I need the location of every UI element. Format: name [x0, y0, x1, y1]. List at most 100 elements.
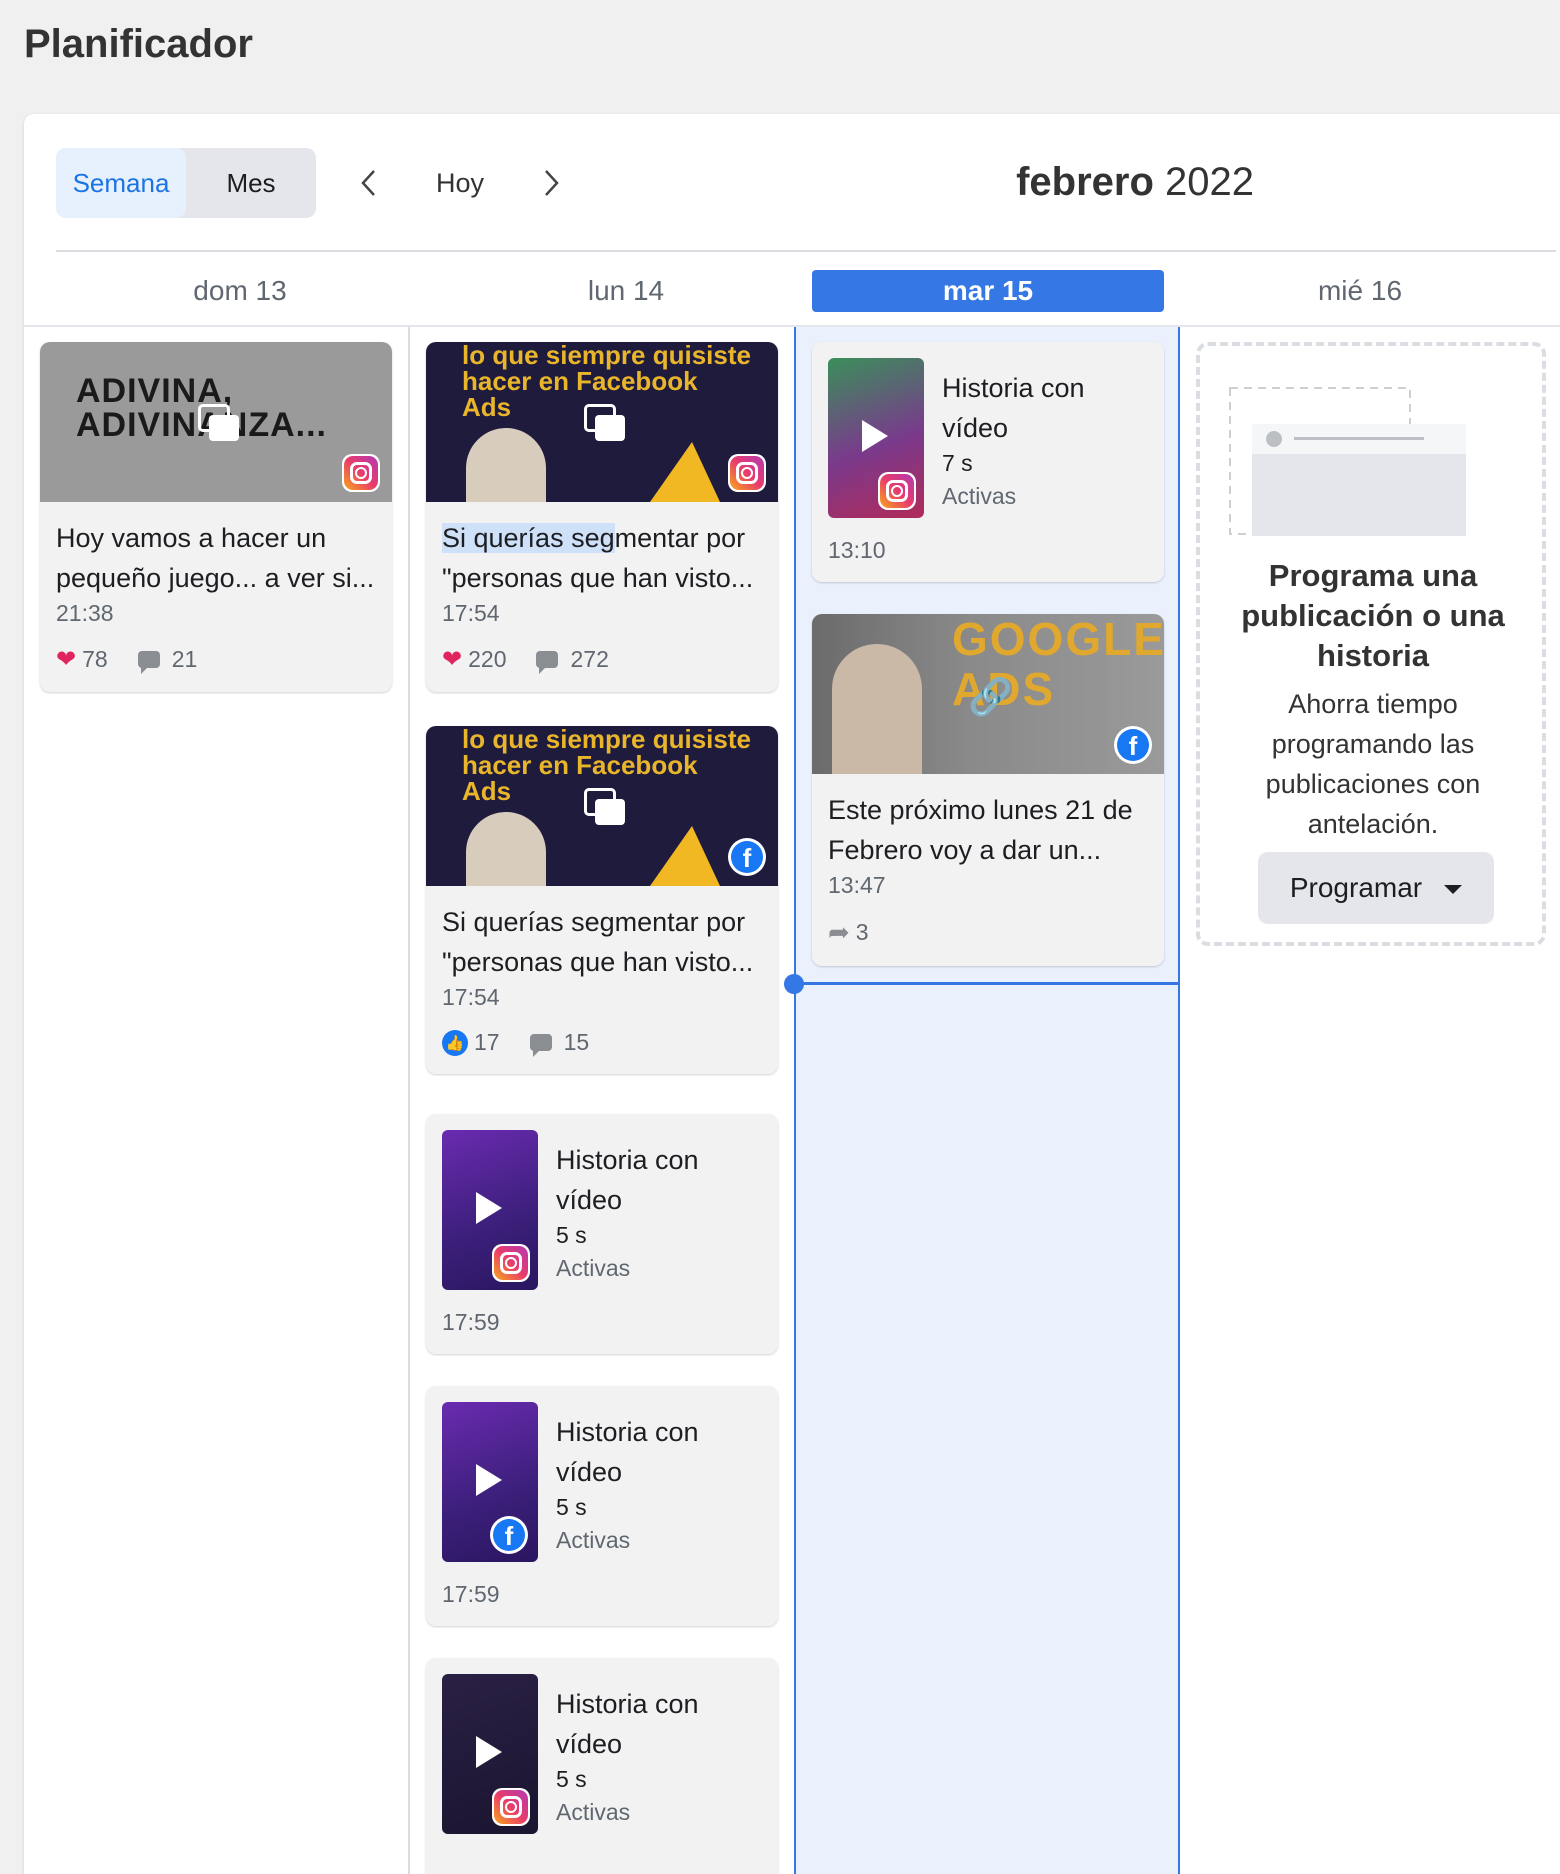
- person-image: [832, 644, 922, 774]
- day-header-wed[interactable]: mié 16: [1184, 270, 1536, 312]
- share-icon: ➦: [828, 917, 850, 947]
- story-title-line: Historia con: [556, 1417, 699, 1447]
- title-line: Programa una: [1268, 558, 1478, 593]
- share-count: 3: [855, 919, 869, 945]
- selected-text: Si querías seg: [442, 523, 615, 553]
- header-divider: [24, 325, 1560, 327]
- play-icon: [476, 1192, 502, 1224]
- caret-down-icon: [1444, 885, 1463, 895]
- column-divider: [408, 327, 410, 1874]
- post-card[interactable]: lo que siempre quisiste hacer en Faceboo…: [426, 342, 778, 692]
- schedule-button-label: Programar: [1289, 872, 1423, 903]
- current-time-dot: [784, 974, 804, 994]
- post-thumbnail: GOOGLE ADS 🔗 f: [812, 614, 1164, 774]
- story-status: Activas: [556, 1527, 631, 1553]
- story-title-line: Historia con: [556, 1145, 699, 1175]
- comment-icon: [536, 651, 559, 674]
- story-card[interactable]: f Historia con vídeo 5 s Activas 17:59: [426, 1386, 778, 1626]
- day-header-tue[interactable]: mar 15: [812, 270, 1164, 312]
- post-time: 13:47: [828, 872, 886, 898]
- empty-state: Programa una publicación o una historia …: [1196, 342, 1546, 946]
- story-title-line: vídeo: [942, 413, 1009, 443]
- story-card[interactable]: Historia con vídeo 5 s Activas: [426, 1658, 778, 1874]
- desc-line: antelación.: [1307, 809, 1439, 839]
- carousel-icon: [584, 788, 625, 825]
- year: 2022: [1165, 160, 1254, 204]
- post-caption: Si querías segmentar por "personas que h…: [442, 518, 762, 598]
- story-thumbnail: [442, 1674, 538, 1834]
- post-stats: ➦ 3: [828, 917, 1148, 948]
- comment-count: 21: [171, 646, 198, 672]
- instagram-icon: [492, 1788, 530, 1826]
- desc-line: publicaciones con: [1265, 769, 1481, 799]
- story-thumbnail: f: [442, 1402, 538, 1562]
- title-line: historia: [1317, 638, 1429, 673]
- facebook-icon: f: [728, 838, 766, 876]
- like-count: 78: [82, 646, 108, 672]
- post-card[interactable]: ADIVINA, ADIVINANZA... Hoy vamos a hacer…: [40, 342, 392, 692]
- instagram-icon: [342, 454, 380, 492]
- day-headers: dom 13 lun 14 mar 15 mié 16: [24, 270, 1560, 326]
- week-view-button[interactable]: Semana: [56, 148, 186, 218]
- story-title-line: vídeo: [556, 1729, 623, 1759]
- story-card[interactable]: Historia con vídeo 7 s Activas 13:10: [812, 342, 1164, 582]
- desc-line: Ahorra tiempo: [1288, 689, 1458, 719]
- day-header-mon[interactable]: lun 14: [450, 270, 802, 312]
- current-time-line: [794, 982, 1180, 985]
- post-time: 17:54: [442, 600, 500, 626]
- play-icon: [862, 420, 888, 452]
- link-icon: 🔗: [968, 676, 1013, 717]
- day-header-sun[interactable]: dom 13: [64, 270, 416, 312]
- view-toggle: Semana Mes: [56, 148, 316, 218]
- caption-line: Febrero voy a dar un...: [828, 835, 1102, 865]
- caption-line: "personas que han visto...: [442, 563, 754, 593]
- logo-shape: [650, 442, 720, 502]
- play-icon: [476, 1464, 502, 1496]
- post-card[interactable]: GOOGLE ADS 🔗 f Este próximo lunes 21 de …: [812, 614, 1164, 966]
- story-thumbnail: [828, 358, 924, 518]
- toolbar-divider: [56, 250, 1556, 252]
- post-caption: Hoy vamos a hacer un pequeño juego... a …: [56, 518, 376, 598]
- post-card[interactable]: lo que siempre quisiste hacer en Faceboo…: [426, 726, 778, 1074]
- like-count: 17: [474, 1029, 500, 1055]
- caption-rest: mentar por: [614, 523, 746, 553]
- story-status: Activas: [556, 1799, 631, 1825]
- story-card[interactable]: Historia con vídeo 5 s Activas 17:59: [426, 1114, 778, 1354]
- like-count: 220: [468, 646, 507, 672]
- month-view-button[interactable]: Mes: [186, 148, 316, 218]
- story-title-line: Historia con: [556, 1689, 699, 1719]
- empty-state-description: Ahorra tiempo programando las publicacio…: [1200, 684, 1546, 844]
- person-image: [466, 428, 546, 502]
- story-status: Activas: [942, 483, 1017, 509]
- heart-icon: ❤: [442, 646, 463, 673]
- story-thumbnail: [442, 1130, 538, 1290]
- empty-state-title: Programa una publicación o una historia: [1200, 556, 1546, 676]
- post-stats: ❤ 78 21: [56, 645, 376, 674]
- schedule-button[interactable]: Programar: [1258, 852, 1494, 924]
- caption-line: Si querías segmentar por: [442, 518, 762, 558]
- caption-line: Si querías segmentar por: [442, 907, 746, 937]
- post-stats: ❤ 220 272: [442, 645, 762, 674]
- post-caption: Si querías segmentar por "personas que h…: [442, 902, 762, 982]
- heart-icon: ❤: [56, 646, 77, 673]
- post-caption: Este próximo lunes 21 de Febrero voy a d…: [828, 790, 1148, 870]
- today-button[interactable]: Hoy: [394, 168, 526, 199]
- story-title-line: vídeo: [556, 1457, 623, 1487]
- post-thumbnail: ADIVINA, ADIVINANZA...: [40, 342, 392, 502]
- carousel-icon: [198, 404, 239, 441]
- comment-count: 15: [563, 1029, 590, 1055]
- post-time: 21:38: [56, 600, 114, 626]
- thumbs-up-icon: 👍: [442, 1029, 468, 1056]
- chevron-left-icon[interactable]: [344, 148, 394, 218]
- comment-icon: [137, 651, 160, 674]
- story-status: Activas: [556, 1255, 631, 1281]
- chevron-right-icon[interactable]: [526, 148, 576, 218]
- caption-line: pequeño juego... a ver si...: [56, 563, 375, 593]
- person-image: [466, 812, 546, 886]
- instagram-icon: [492, 1244, 530, 1282]
- post-thumbnail: lo que siempre quisiste hacer en Faceboo…: [426, 342, 778, 502]
- story-duration: 7 s: [942, 450, 973, 476]
- post-stats: 👍 17 15: [442, 1029, 762, 1057]
- page-title: Planificador: [24, 22, 253, 66]
- desc-line: programando las: [1271, 729, 1475, 759]
